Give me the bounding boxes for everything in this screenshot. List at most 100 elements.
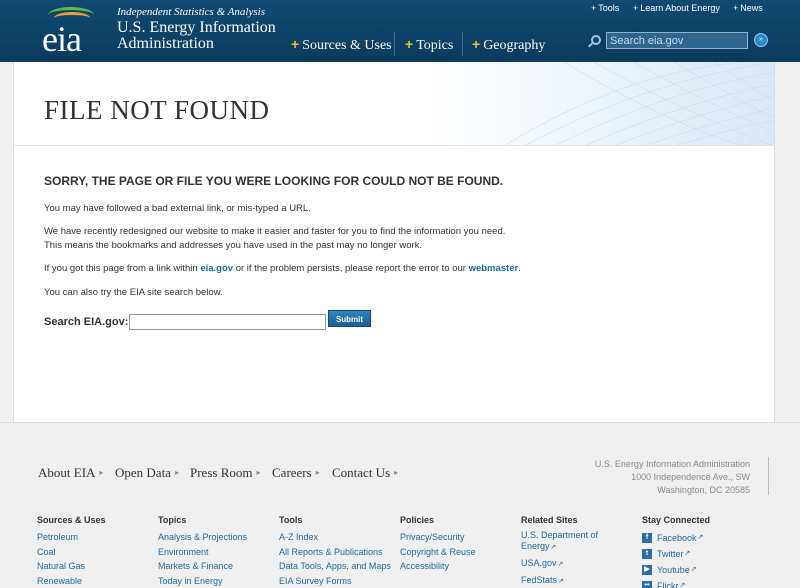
submit-button[interactable]: Submit [328,310,371,327]
nav-topics[interactable]: + Topics [405,36,453,54]
logo-wordmark: eia [42,19,82,59]
paragraph-line: We have recently redesigned our website … [44,226,506,237]
footer-link-external[interactable]: U.S. Department of Energy↗ [521,530,606,553]
util-label: News [740,3,763,13]
external-link-icon: ↗ [550,544,557,551]
social-link-twitter[interactable]: t Twitter ↗ [642,546,710,562]
social-link-facebook[interactable]: f Facebook ↗ [642,530,710,546]
address-line: Washington, DC 20585 [657,485,750,495]
footer-column-topics: Topics Analysis & Projections Environmen… [158,515,247,588]
footer-column-policies: Policies Privacy/Security Copyright & Re… [400,515,476,574]
footer-link[interactable]: Renewable [37,574,106,588]
footer-column-heading: Related Sites [521,515,578,525]
footer-link[interactable]: Accessibility [400,559,476,574]
util-link-news[interactable]: + News [733,3,763,13]
decorative-mesh-graphic [505,62,774,145]
footer-nav-press-room[interactable]: Press Room ▸ [190,465,261,481]
link-text: Facebook [657,533,697,543]
footer-nav-contact[interactable]: Contact Us ▸ [332,465,398,481]
footer-column-related-sites: Related Sites U.S. Department of Energy↗… [521,515,606,588]
util-link-tools[interactable]: + Tools [591,3,619,13]
paragraph-bad-link: You may have followed a bad external lin… [44,203,311,214]
nav-sources-uses[interactable]: + Sources & Uses [291,36,392,54]
chevron-right-icon: ▸ [394,468,399,477]
search-label: Search EIA.gov: [44,316,129,328]
eia-gov-link[interactable]: eia.gov [200,263,233,274]
site-search-input[interactable] [129,314,326,330]
agency-name-line2: Administration [117,35,214,52]
nav-label: Sources & Uses [302,38,392,53]
footer-link[interactable]: Data Tools, Apps, and Maps [279,559,391,574]
external-link-icon: ↗ [684,550,691,557]
address-line: U.S. Energy Information Administration [594,459,750,469]
footer-nav-label: Press Room [190,465,253,480]
youtube-icon: ▶ [642,565,652,575]
external-link-icon: ↗ [697,534,704,541]
address-line: 1000 Independence Ave., SW [631,472,750,482]
eia-logo[interactable]: eia [40,4,106,59]
footer-link[interactable]: Environment [158,545,247,560]
text: . [518,263,521,274]
link-text: Flickr [657,581,679,588]
error-headline: SORRY, THE PAGE OR FILE YOU WERE LOOKING… [44,174,504,188]
social-link-youtube[interactable]: ▶ Youtube ↗ [642,562,710,578]
footer-link[interactable]: Natural Gas [37,559,106,574]
external-link-icon: ↗ [558,577,564,585]
footer-link[interactable]: Copyright & Reuse [400,545,476,560]
footer-nav-label: Open Data [115,465,171,480]
footer-nav-label: Careers [272,465,312,480]
footer-link[interactable]: A-Z Index [279,530,391,545]
search-go-button[interactable]: » [754,33,768,47]
agency-name-line1: U.S. Energy Information [117,19,276,36]
plus-icon: + [405,36,414,52]
flickr-icon: •• [642,581,652,588]
footer-link[interactable]: All Reports & Publications [279,545,391,560]
footer-nav-label: Contact Us [332,465,391,480]
footer-nav-label: About EIA [38,465,96,480]
footer-nav-about[interactable]: About EIA ▸ [38,465,103,481]
footer-link-external[interactable]: USA.gov↗ [521,556,606,573]
nav-label: Geography [483,38,546,53]
agency-name[interactable]: U.S. Energy Information Administration [117,20,276,52]
footer-column-stay-connected: Stay Connected f Facebook ↗ t Twitter ↗ ▶ You… [642,515,710,588]
footer-link[interactable]: Privacy/Security [400,530,476,545]
link-text: Youtube [657,565,690,575]
webmaster-link[interactable]: webmaster [469,263,519,274]
util-link-learn[interactable]: + Learn About Energy [633,3,720,13]
plus-icon: + [733,3,739,13]
footer-nav-open-data[interactable]: Open Data ▸ [115,465,179,481]
page-title: FILE NOT FOUND [44,95,270,125]
footer-column-heading: Tools [279,515,303,525]
paragraph-redesign: We have recently redesigned our website … [44,225,505,253]
nav-geography[interactable]: + Geography [472,36,545,54]
chevron-right-icon: ▸ [256,468,261,477]
footer-column-heading: Topics [158,515,187,525]
footer-nav-careers[interactable]: Careers ▸ [272,465,320,481]
header-search-input[interactable]: Search eia.gov [606,32,748,49]
text: If you got this page from a link within [44,263,201,274]
link-text: FedStats [521,574,558,585]
footer-link[interactable]: Coal [37,545,106,560]
util-label: Learn About Energy [640,3,720,13]
plus-icon: + [291,36,300,52]
footer-link[interactable]: Petroleum [37,530,106,545]
footer-column-heading: Policies [400,515,435,525]
external-link-icon: ↗ [679,582,686,588]
external-link-icon: ↗ [690,566,697,573]
footer-column-sources-uses: Sources & Uses Petroleum Coal Natural Ga… [37,515,106,588]
twitter-icon: t [642,549,652,559]
site-footer: About EIA ▸ Open Data ▸ Press Room ▸ Career… [0,422,800,588]
footer-link[interactable]: Today in Energy [158,574,247,588]
footer-link-external[interactable]: FedStats↗ [521,573,606,588]
footer-link[interactable]: Markets & Finance [158,559,247,574]
nav-divider [462,32,463,56]
plus-icon: + [591,3,597,13]
footer-link[interactable]: EIA Survey Forms [279,574,391,588]
nav-divider [394,32,395,56]
nav-label: Topics [416,38,454,53]
footer-link[interactable]: Analysis & Projections [158,530,247,545]
main-content: FILE NOT FOUND SORRY, THE PAGE OR FILE Y… [13,62,775,422]
chevron-right-icon: ▸ [315,468,320,477]
social-link-flickr[interactable]: •• Flickr ↗ [642,578,710,588]
chevron-right-icon: ▸ [99,468,104,477]
